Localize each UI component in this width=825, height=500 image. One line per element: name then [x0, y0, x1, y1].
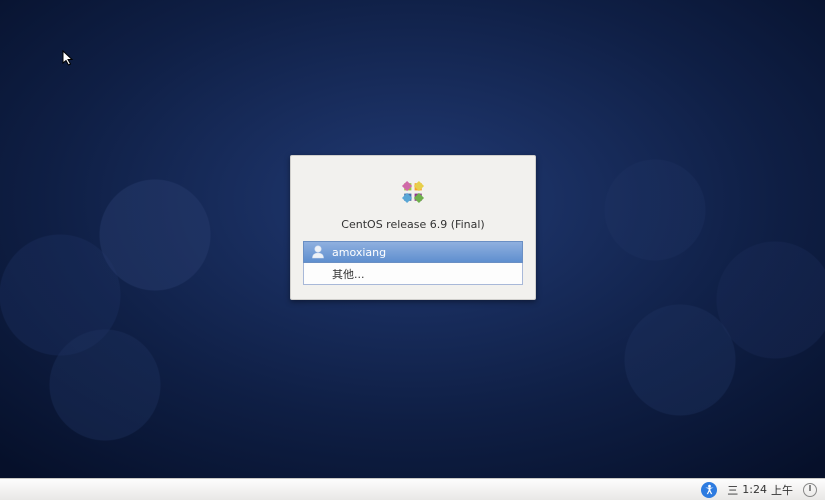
power-icon[interactable]: [803, 483, 817, 497]
user-row-amoxiang[interactable]: amoxiang: [303, 241, 523, 263]
avatar-icon: [310, 244, 326, 260]
user-name-label: amoxiang: [332, 246, 386, 259]
taskbar: 三 1:24 上午: [0, 478, 825, 500]
other-user-label: 其他...: [332, 266, 365, 282]
centos-logo-icon: [303, 172, 523, 212]
release-label: CentOS release 6.9 (Final): [303, 218, 523, 231]
login-desktop: CentOS release 6.9 (Final) amoxiang 其他..…: [0, 0, 825, 478]
cursor-icon: [62, 50, 76, 68]
login-card: CentOS release 6.9 (Final) amoxiang 其他..…: [290, 155, 536, 300]
clock-time: 1:24: [742, 483, 767, 496]
clock-day: 三: [727, 482, 738, 498]
clock-ampm: 上午: [771, 482, 793, 498]
user-row-other[interactable]: 其他...: [303, 263, 523, 285]
accessibility-icon[interactable]: [701, 482, 717, 498]
